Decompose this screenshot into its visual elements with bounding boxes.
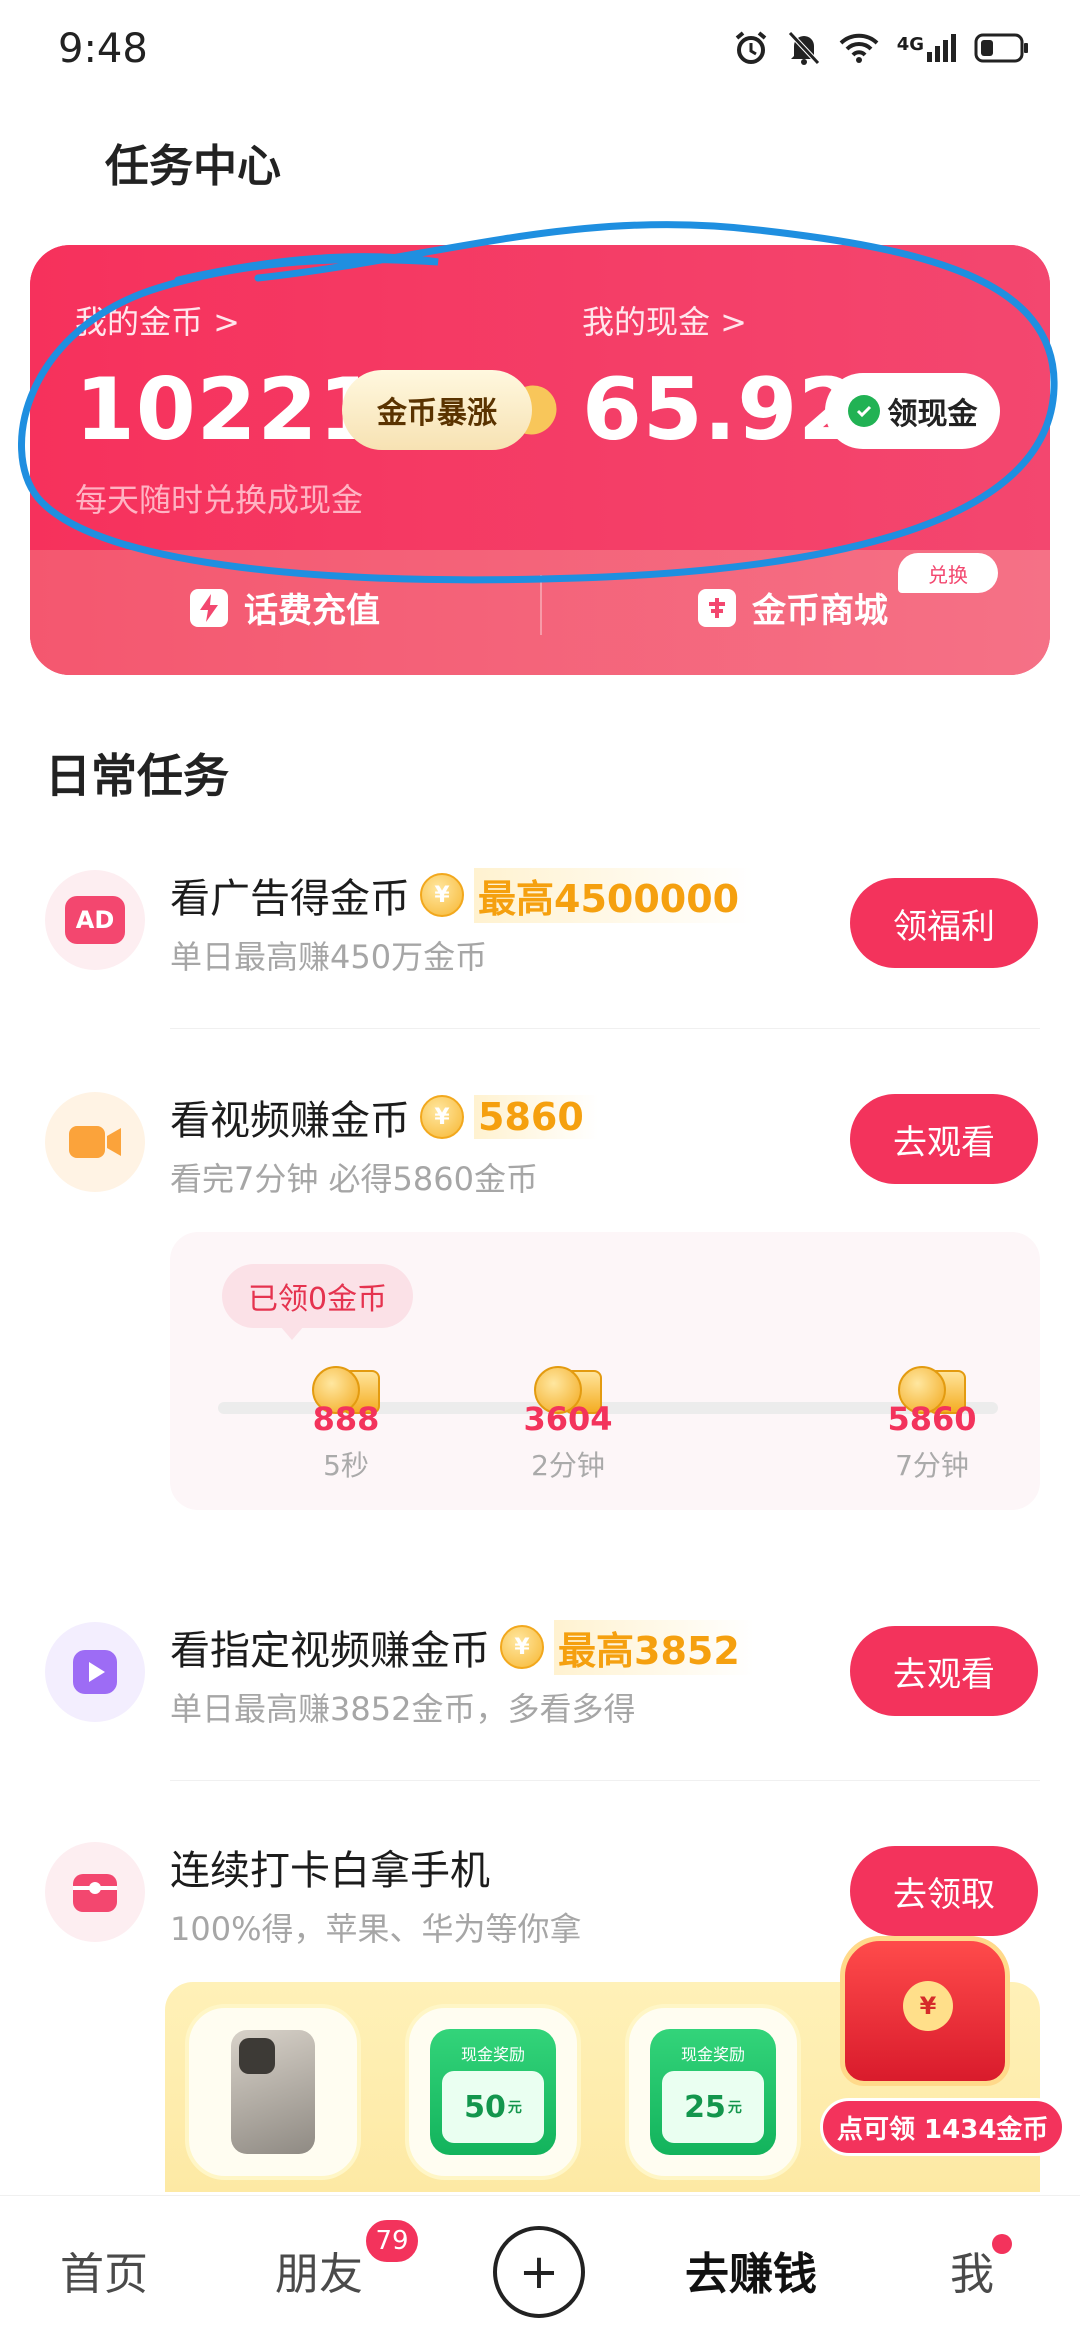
task-title: 看指定视频赚金币 ¥ 最高3852 bbox=[170, 1618, 754, 1676]
cash-ticket-icon: 现金奖励 50 元 bbox=[430, 2029, 556, 2155]
cash-value[interactable]: 65.92 bbox=[582, 360, 859, 460]
coin-icon: ¥ bbox=[500, 1625, 544, 1669]
action-divider bbox=[540, 575, 542, 635]
reward-cash-ticket[interactable]: 现金奖励 25 元 bbox=[625, 2004, 801, 2180]
signal-4g-icon: 4G bbox=[897, 34, 956, 62]
task-reward: 最高3852 bbox=[554, 1619, 754, 1675]
wallet-subtitle: 每天随时兑换成现金 bbox=[75, 481, 364, 519]
wifi-icon bbox=[839, 33, 879, 63]
task-title: 连续打卡白拿手机 bbox=[170, 1838, 490, 1896]
coin-icon: ¥ bbox=[420, 873, 464, 917]
plus-icon[interactable]: + bbox=[493, 2226, 585, 2318]
gift-box-icon bbox=[45, 1842, 145, 1942]
reward-phone[interactable] bbox=[185, 2004, 361, 2180]
ad-icon-badge: AD bbox=[65, 896, 125, 944]
task-reward: 5860 bbox=[474, 1095, 598, 1139]
watch-video-button[interactable]: 去观看 bbox=[850, 1094, 1038, 1184]
treasure-chest-icon[interactable]: ¥ bbox=[840, 1936, 1010, 2086]
milestone-label: 7分钟 bbox=[895, 1449, 969, 1482]
nav-earn[interactable]: 去赚钱 bbox=[685, 2238, 817, 2302]
milestone-value: 888 bbox=[312, 1400, 380, 1438]
task-title-text: 看指定视频赚金币 bbox=[170, 1628, 490, 1674]
task-title: 看广告得金币 ¥ 最高4500000 bbox=[170, 866, 754, 924]
status-time: 9:48 bbox=[58, 26, 148, 72]
mute-icon bbox=[787, 31, 820, 65]
coin-icon: ¥ bbox=[420, 1095, 464, 1139]
bottom-nav: 首页 朋友 79 + 去赚钱 我 bbox=[0, 2195, 1080, 2340]
network-label: 4G bbox=[896, 34, 924, 55]
video-camera-icon bbox=[45, 1092, 145, 1192]
task-title-text: 看广告得金币 bbox=[170, 876, 410, 922]
exchange-tag: 兑换 bbox=[898, 553, 998, 593]
chest-coin-icon: ¥ bbox=[903, 1981, 953, 2031]
milestone: 5860 7分钟 bbox=[862, 1362, 1002, 1484]
ad-icon: AD bbox=[45, 870, 145, 970]
ticket-amount: 50 bbox=[464, 2089, 506, 2125]
task-title-text: 连续打卡白拿手机 bbox=[170, 1848, 490, 1894]
cash-ticket-icon: 现金奖励 25 元 bbox=[650, 2029, 776, 2155]
milestone-label: 5秒 bbox=[323, 1449, 369, 1482]
coins-value[interactable]: 10221 bbox=[75, 360, 379, 460]
claimed-coins-bubble: 已领0金币 bbox=[222, 1264, 414, 1328]
milestone: 888 5秒 bbox=[276, 1362, 416, 1484]
task-reward: 最高4500000 bbox=[474, 867, 754, 923]
phone-recharge-label: 话费充值 bbox=[244, 591, 380, 631]
nav-home[interactable]: 首页 bbox=[60, 2238, 148, 2302]
reward-cash-ticket[interactable]: 现金奖励 50 元 bbox=[405, 2004, 581, 2180]
daily-tasks-title: 日常任务 bbox=[45, 749, 229, 803]
page-title: 任务中心 bbox=[105, 141, 281, 192]
video-progress-card: 已领0金币 888 5秒 3604 2分钟 5860 7分钟 bbox=[170, 1232, 1040, 1510]
ticket-unit: 元 bbox=[727, 2100, 742, 2116]
alarm-icon bbox=[735, 31, 766, 64]
watch-designated-video-button[interactable]: 去观看 bbox=[850, 1626, 1038, 1716]
ticket-title: 现金奖励 bbox=[680, 2045, 745, 2064]
ticket-amount-box: 50 元 bbox=[442, 2071, 544, 2143]
wechat-icon bbox=[847, 395, 880, 427]
status-bar: 9:48 4G bbox=[0, 0, 1080, 100]
task-title: 看视频赚金币 ¥ 5860 bbox=[170, 1088, 598, 1146]
ticket-amount-box: 25 元 bbox=[662, 2071, 764, 2143]
task-divider bbox=[170, 1028, 1040, 1029]
task-divider bbox=[170, 1780, 1040, 1781]
smartphone-icon bbox=[231, 2030, 315, 2154]
store-icon bbox=[698, 588, 736, 627]
milestone-value: 3604 bbox=[523, 1400, 613, 1438]
task-desc: 看完7分钟 必得5860金币 bbox=[170, 1160, 538, 1198]
status-icons: 4G bbox=[733, 30, 1030, 66]
milestone-value: 5860 bbox=[887, 1400, 977, 1438]
task-desc: 单日最高赚450万金币 bbox=[170, 938, 488, 976]
lightning-icon bbox=[190, 588, 228, 627]
play-icon bbox=[45, 1622, 145, 1722]
coins-label[interactable]: 我的金币 > bbox=[75, 297, 240, 343]
ticket-amount: 25 bbox=[684, 2089, 726, 2125]
notification-dot bbox=[992, 2234, 1012, 2254]
nav-me[interactable]: 我 bbox=[950, 2238, 994, 2302]
bubble-tail bbox=[280, 1326, 304, 1340]
nav-friends[interactable]: 朋友 bbox=[275, 2238, 363, 2302]
coin-mall-button[interactable]: 金币商城 bbox=[698, 583, 888, 632]
ticket-unit: 元 bbox=[507, 2100, 522, 2116]
friends-badge: 79 bbox=[364, 2218, 420, 2264]
milestone-label: 2分钟 bbox=[531, 1449, 605, 1482]
claim-coins-pill[interactable]: 点可领 1434金币 bbox=[820, 2098, 1066, 2156]
wallet-card: 我的金币 > 10221 金币暴涨 我的现金 > 65.92 领现金 每天随时兑… bbox=[30, 245, 1050, 675]
cash-label[interactable]: 我的现金 > bbox=[582, 297, 747, 343]
phone-recharge-button[interactable]: 话费充值 bbox=[190, 583, 380, 632]
claim-benefit-button[interactable]: 领福利 bbox=[850, 878, 1038, 968]
battery-icon bbox=[974, 33, 1028, 63]
ticket-title: 现金奖励 bbox=[460, 2045, 525, 2064]
claim-phone-button[interactable]: 去领取 bbox=[850, 1846, 1038, 1936]
task-desc: 单日最高赚3852金币，多看多得 bbox=[170, 1690, 636, 1728]
coin-surge-badge[interactable]: 金币暴涨 bbox=[342, 370, 532, 450]
withdraw-cash-label: 领现金 bbox=[887, 397, 978, 432]
withdraw-cash-button[interactable]: 领现金 bbox=[825, 373, 1000, 449]
task-desc: 100%得，苹果、华为等你拿 bbox=[170, 1910, 582, 1948]
milestone: 3604 2分钟 bbox=[498, 1362, 638, 1484]
coin-mall-label: 金币商城 bbox=[752, 591, 888, 631]
task-title-text: 看视频赚金币 bbox=[170, 1098, 410, 1144]
